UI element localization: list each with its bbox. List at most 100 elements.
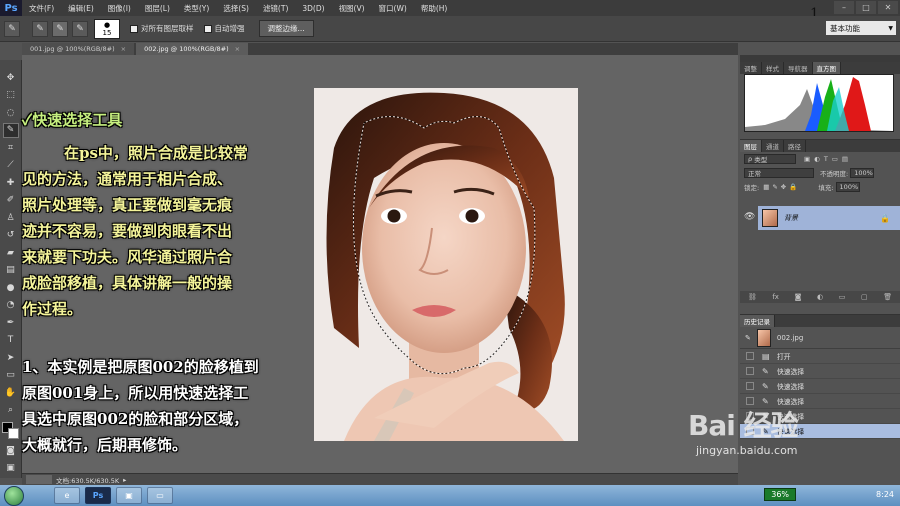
history-item[interactable]: ✎ 快速选择 xyxy=(740,379,900,394)
blur-tool-icon[interactable]: ● xyxy=(3,280,19,295)
tab-001[interactable]: 001.jpg @ 100%(RGB/8#) × xyxy=(22,43,135,55)
doc-size-info[interactable]: 文档:630.5K/630.5K xyxy=(56,475,119,485)
tab-histogram[interactable]: 直方图 xyxy=(812,62,841,74)
brush-size-picker[interactable]: ● 15 xyxy=(94,18,120,39)
subtract-selection-icon[interactable]: ✎ xyxy=(72,20,88,37)
type-tool-icon[interactable]: T xyxy=(3,333,19,348)
fill-input[interactable]: 100% xyxy=(835,182,860,192)
history-item-label: 快速选择 xyxy=(777,383,805,391)
close-tab-icon[interactable]: × xyxy=(121,45,126,53)
new-selection-icon[interactable]: ✎ xyxy=(32,20,48,37)
zoom-field[interactable] xyxy=(26,475,52,484)
history-snapshot[interactable]: ✎ 002.jpg xyxy=(740,327,900,349)
kind-filter-value: 类型 xyxy=(754,156,768,164)
blend-mode-select[interactable]: 正常 xyxy=(744,168,814,178)
refine-edge-button[interactable]: 调整边缘... xyxy=(258,20,314,37)
clock[interactable]: 8:24 xyxy=(876,490,894,499)
chevron-right-icon[interactable]: ▸ xyxy=(123,476,126,484)
mask-icon[interactable]: ◙ xyxy=(795,293,802,301)
tab-history[interactable]: 历史记录 xyxy=(740,315,775,327)
ie-icon[interactable]: e xyxy=(54,487,80,504)
eye-icon[interactable]: 👁 xyxy=(744,212,755,222)
pen-tool-icon[interactable]: ✒ xyxy=(3,315,19,330)
history-brush-icon[interactable]: ↺ xyxy=(3,228,19,243)
menu-help[interactable]: 帮助(H) xyxy=(414,3,455,14)
menu-filter[interactable]: 滤镜(T) xyxy=(256,3,295,14)
kind-filter-select[interactable]: ρ 类型 xyxy=(744,154,796,164)
tab-layers[interactable]: 图层 xyxy=(740,140,762,152)
workspace-select[interactable]: 基本功能 ▼ xyxy=(826,21,896,35)
stamp-tool-icon[interactable]: ♙ xyxy=(3,210,19,225)
annotation-paragraph-2: 1、本实例是把原图002的脸移植到 原图001身上，所以用快速选择工 具选中原图… xyxy=(22,354,259,458)
tab-paths[interactable]: 路径 xyxy=(784,140,806,152)
opacity-input[interactable]: 100% xyxy=(850,168,875,178)
portrait-photo[interactable] xyxy=(314,88,578,441)
new-layer-icon[interactable]: ▢ xyxy=(861,293,868,301)
eyedropper-tool-icon[interactable]: ⟋ xyxy=(3,158,19,173)
quick-mask-icon[interactable]: ◙ xyxy=(3,443,19,458)
photoshop-task-icon[interactable]: Ps xyxy=(85,487,111,504)
layer-background[interactable]: 背景 🔒 xyxy=(758,206,900,230)
close-tab-icon[interactable]: × xyxy=(235,45,240,53)
maximize-icon[interactable]: □ xyxy=(856,1,876,14)
panel-collapse-strip[interactable] xyxy=(740,55,900,62)
tab-channels[interactable]: 通道 xyxy=(762,140,784,152)
adjustment-icon[interactable]: ◐ xyxy=(817,293,823,301)
annotation-line: 在ps中，照片合成是比较常 xyxy=(64,144,248,162)
trash-icon[interactable]: 🗑 xyxy=(883,293,892,301)
quick-selection-tool-icon[interactable]: ✎ xyxy=(2,122,19,138)
marquee-tool-icon[interactable]: ⬚ xyxy=(3,88,19,103)
tab-styles[interactable]: 样式 xyxy=(762,62,784,74)
menu-file[interactable]: 文件(F) xyxy=(22,3,61,14)
history-checkbox[interactable] xyxy=(746,352,754,360)
tab-adjustments[interactable]: 调整 xyxy=(740,62,762,74)
path-selection-icon[interactable]: ➤ xyxy=(3,350,19,365)
group-icon[interactable]: ▭ xyxy=(839,293,846,301)
menu-image[interactable]: 图像(I) xyxy=(101,3,138,14)
close-icon[interactable]: ✕ xyxy=(878,1,898,14)
annotation-line: 大概就行，后期再修饰。 xyxy=(22,436,188,454)
sample-all-layers-checkbox[interactable] xyxy=(130,24,138,33)
gradient-tool-icon[interactable]: ▤ xyxy=(3,263,19,278)
screen-mode-icon[interactable]: ▣ xyxy=(3,461,19,476)
app-task-icon[interactable]: ▣ xyxy=(116,487,142,504)
filter-icons[interactable]: ▣◐T▭▤ xyxy=(804,155,852,163)
add-to-selection-icon[interactable]: ✎ xyxy=(52,20,68,37)
color-swatches[interactable] xyxy=(1,422,20,440)
history-item[interactable]: ▤ 打开 xyxy=(740,349,900,364)
healing-brush-icon[interactable]: ✚ xyxy=(3,175,19,190)
background-color[interactable] xyxy=(7,428,19,440)
layers-panel-tabs: 图层 通道 路径 xyxy=(740,140,900,152)
zoom-tool-icon[interactable]: ⌕ xyxy=(3,403,19,418)
dodge-tool-icon[interactable]: ◔ xyxy=(3,298,19,313)
history-checkbox[interactable] xyxy=(746,382,754,390)
menu-select[interactable]: 选择(S) xyxy=(216,3,256,14)
percent-indicator[interactable]: 36% xyxy=(764,488,797,501)
start-button[interactable] xyxy=(4,485,24,506)
menu-view[interactable]: 视图(V) xyxy=(332,3,372,14)
history-brush-source-icon[interactable]: ✎ xyxy=(745,334,751,342)
move-tool-icon[interactable]: ✥ xyxy=(3,70,19,85)
shape-tool-icon[interactable]: ▭ xyxy=(3,368,19,383)
history-checkbox[interactable] xyxy=(746,367,754,375)
hand-tool-icon[interactable]: ✋ xyxy=(3,385,19,400)
menu-window[interactable]: 窗口(W) xyxy=(372,3,414,14)
lock-icons[interactable]: ▦✎✥🔒 xyxy=(763,183,800,191)
crop-tool-icon[interactable]: ⌗ xyxy=(3,140,19,155)
tool-preset-icon[interactable]: ✎ xyxy=(4,20,20,37)
link-icon[interactable]: ⛓ xyxy=(748,293,757,301)
lasso-tool-icon[interactable]: ◌ xyxy=(3,105,19,120)
tab-002[interactable]: 002.jpg @ 100%(RGB/8#) × xyxy=(136,43,249,55)
menu-edit[interactable]: 编辑(E) xyxy=(61,3,101,14)
fx-icon[interactable]: fx xyxy=(772,293,779,301)
menu-3d[interactable]: 3D(D) xyxy=(295,4,331,13)
auto-enhance-checkbox[interactable] xyxy=(203,24,212,33)
minimize-icon[interactable]: – xyxy=(834,1,854,14)
tab-navigator[interactable]: 导航器 xyxy=(784,62,813,74)
folder-task-icon[interactable]: ▭ xyxy=(147,487,173,504)
brush-tool-icon[interactable]: ✐ xyxy=(3,193,19,208)
menu-layer[interactable]: 图层(L) xyxy=(138,3,177,14)
eraser-tool-icon[interactable]: ▰ xyxy=(3,245,19,260)
menu-type[interactable]: 类型(Y) xyxy=(177,3,216,14)
history-item[interactable]: ✎ 快速选择 xyxy=(740,364,900,379)
